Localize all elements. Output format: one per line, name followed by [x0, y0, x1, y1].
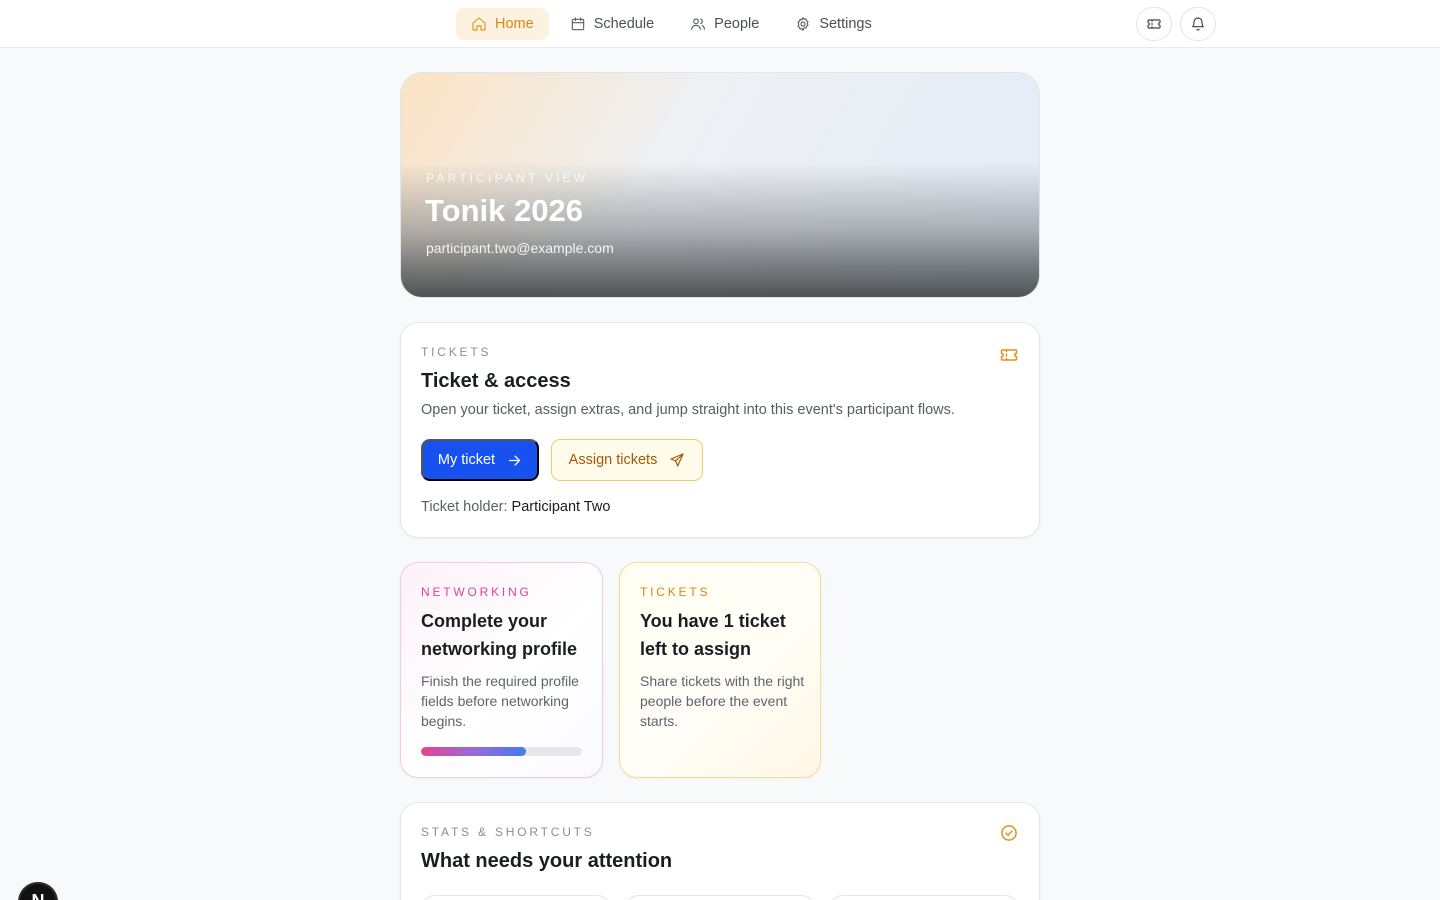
- ticket-holder: Ticket holder: Participant Two: [421, 499, 610, 515]
- stat-tile[interactable]: [421, 895, 611, 900]
- ticket-access-card: TICKETS Ticket & access Open your ticket…: [400, 322, 1040, 538]
- nav-item-label: People: [714, 16, 760, 32]
- event-title: Tonik 2026: [425, 193, 583, 228]
- bell-icon: [1192, 17, 1204, 31]
- users-icon: [691, 18, 706, 30]
- card-eyebrow: STATS & SHORTCUTS: [421, 825, 595, 839]
- button-label: Assign tickets: [568, 452, 658, 468]
- tickets-to-assign-card[interactable]: TICKETS You have 1 ticket left to assign…: [619, 562, 821, 778]
- ticket-holder-name: Participant Two: [511, 499, 611, 515]
- participant-email: participant.two@example.com: [426, 240, 614, 256]
- progress-fill: [421, 747, 526, 756]
- badge-letter: N: [32, 891, 45, 900]
- assign-tickets-button[interactable]: Assign tickets: [551, 439, 703, 481]
- nav-item-home[interactable]: Home: [456, 8, 549, 40]
- check-circle-icon: [999, 823, 1019, 848]
- nextjs-dev-badge[interactable]: N: [18, 882, 58, 900]
- card-title: What needs your attention: [421, 850, 673, 872]
- nav-item-people[interactable]: People: [675, 8, 774, 40]
- nav-item-settings[interactable]: Settings: [780, 8, 886, 40]
- main-nav: Home Schedule People Settings: [456, 8, 887, 40]
- nav-item-label: Settings: [819, 16, 872, 32]
- ticket-icon: [1147, 19, 1161, 29]
- nav-item-label: Home: [495, 16, 534, 32]
- gear-icon: [797, 17, 809, 31]
- card-description: Share tickets with the right people befo…: [640, 673, 805, 729]
- card-title: Ticket & access: [421, 370, 571, 392]
- card-eyebrow: TICKETS: [640, 585, 711, 599]
- home-icon: [472, 17, 486, 31]
- card-description: Finish the required profile fields befor…: [421, 673, 579, 729]
- topbar-actions: [1136, 7, 1216, 41]
- card-eyebrow: NETWORKING: [421, 585, 532, 599]
- notifications-button[interactable]: [1180, 7, 1216, 41]
- arrow-right-icon: [508, 455, 521, 465]
- top-navigation-bar: Home Schedule People Settings: [0, 0, 1440, 48]
- nav-item-schedule[interactable]: Schedule: [555, 8, 669, 40]
- hero-eyebrow: PARTICIPANT VIEW: [426, 171, 589, 185]
- ticket-holder-label: Ticket holder:: [421, 499, 508, 515]
- card-description: Open your ticket, assign extras, and jum…: [421, 402, 955, 418]
- event-hero-banner: PARTICIPANT VIEW Tonik 2026 participant.…: [400, 72, 1040, 298]
- stats-shortcuts-card: STATS & SHORTCUTS What needs your attent…: [400, 802, 1040, 900]
- card-eyebrow: TICKETS: [421, 345, 492, 359]
- my-ticket-button[interactable]: My ticket: [421, 439, 539, 481]
- stat-tile[interactable]: [829, 895, 1019, 900]
- stat-tile[interactable]: [625, 895, 815, 900]
- card-title: You have 1 ticket left to assign: [640, 611, 786, 659]
- profile-progress-bar: [421, 747, 582, 756]
- ticket-icon: [999, 345, 1019, 370]
- card-title: Complete your networking profile: [421, 611, 578, 659]
- button-label: My ticket: [437, 452, 496, 468]
- networking-profile-card[interactable]: NETWORKING Complete your networking prof…: [400, 562, 603, 778]
- send-icon: [670, 453, 684, 467]
- tickets-button[interactable]: [1136, 7, 1172, 41]
- nav-item-label: Schedule: [593, 16, 655, 32]
- calendar-icon: [571, 17, 584, 31]
